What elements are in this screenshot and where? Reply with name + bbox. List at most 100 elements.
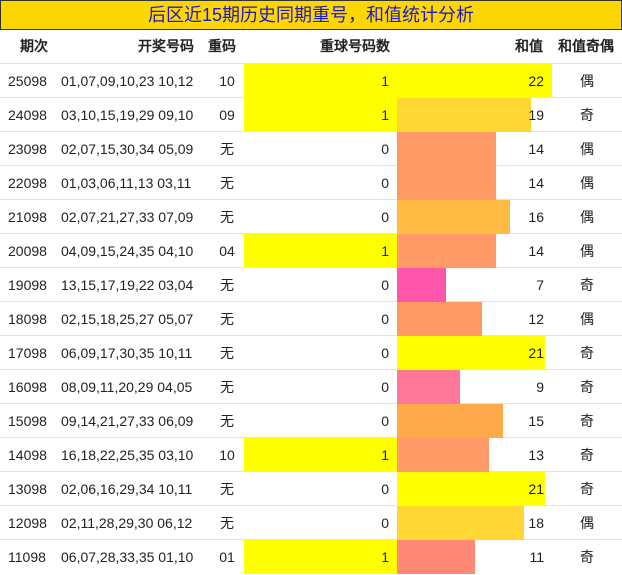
repeat-cell: 无	[220, 141, 234, 157]
parity-cell: 奇	[580, 481, 594, 497]
sum-cell: 12	[528, 311, 544, 327]
sum-cell: 19	[528, 107, 544, 123]
repeat-count-cell: 0	[381, 515, 389, 531]
parity-cell: 奇	[580, 447, 594, 463]
issue-cell: 18098	[8, 311, 47, 327]
repeat-cell: 09	[219, 107, 235, 123]
repeat-count-cell: 0	[381, 481, 389, 497]
repeat-cell: 无	[220, 277, 234, 293]
repeat-count-cell: 1	[381, 73, 389, 89]
sum-cell: 14	[528, 141, 544, 157]
numbers-cell: 02,07,21,27,33 07,09	[61, 209, 194, 225]
table-row: 17098 06,09,17,30,35 10,11 无 0 21 奇	[0, 335, 622, 370]
repeat-cell: 无	[220, 175, 234, 191]
parity-cell: 奇	[580, 413, 594, 429]
table-header: 期次 开奖号码 重码 重球号码数 和值 和值奇偶	[0, 30, 622, 63]
issue-cell: 20098	[8, 243, 47, 259]
issue-cell: 23098	[8, 141, 47, 157]
numbers-cell: 02,07,15,30,34 05,09	[61, 141, 194, 157]
table-row: 22098 01,03,06,11,13 03,11 无 0 14 偶	[0, 165, 622, 200]
table-row: 14098 16,18,22,25,35 03,10 10 1 13 奇	[0, 437, 622, 472]
sum-cell: 21	[528, 481, 544, 497]
repeat-count-cell: 1	[381, 107, 389, 123]
table-row: 24098 03,10,15,19,29 09,10 09 1 19 奇	[0, 97, 622, 132]
numbers-cell: 06,07,28,33,35 01,10	[61, 549, 194, 565]
parity-cell: 偶	[580, 311, 594, 327]
numbers-cell: 06,09,17,30,35 10,11	[61, 345, 193, 361]
repeat-cell: 无	[220, 311, 234, 327]
repeat-count-cell: 0	[381, 141, 389, 157]
parity-cell: 奇	[580, 277, 594, 293]
issue-cell: 12098	[8, 515, 47, 531]
numbers-cell: 08,09,11,20,29 04,05	[61, 379, 193, 395]
numbers-cell: 01,07,09,10,23 10,12	[61, 73, 194, 89]
repeat-count-cell: 1	[381, 243, 389, 259]
numbers-cell: 02,11,28,29,30 06,12	[61, 515, 193, 531]
numbers-cell: 03,10,15,19,29 09,10	[61, 107, 194, 123]
repeat-cell: 无	[220, 481, 234, 497]
table-row: 11098 06,07,28,33,35 01,10 01 1 11 奇	[0, 539, 622, 574]
table-row: 25098 01,07,09,10,23 10,12 10 1 22 偶	[0, 63, 622, 98]
issue-cell: 15098	[8, 413, 47, 429]
repeat-count-cell: 0	[381, 311, 389, 327]
parity-cell: 奇	[580, 107, 594, 123]
parity-cell: 偶	[580, 515, 594, 531]
repeat-count-cell: 1	[381, 549, 389, 565]
repeat-cell: 10	[219, 73, 235, 89]
repeat-cell: 10	[219, 447, 235, 463]
numbers-cell: 02,15,18,25,27 05,07	[61, 311, 194, 327]
issue-cell: 21098	[8, 209, 47, 225]
issue-cell: 24098	[8, 107, 47, 123]
repeat-cell: 无	[220, 413, 234, 429]
table-row: 12098 02,11,28,29,30 06,12 无 0 18 偶	[0, 505, 622, 540]
sum-cell: 9	[536, 379, 544, 395]
table-row: 18098 02,15,18,25,27 05,07 无 0 12 偶	[0, 301, 622, 336]
table-row: 20098 04,09,15,24,35 04,10 04 1 14 偶	[0, 233, 622, 268]
issue-cell: 13098	[8, 481, 47, 497]
issue-cell: 17098	[8, 345, 47, 361]
repeat-count-cell: 0	[381, 345, 389, 361]
header-parity: 和值奇偶	[558, 38, 614, 54]
sum-cell: 15	[528, 413, 544, 429]
header-repeat-count: 重球号码数	[320, 38, 390, 54]
header-repeat: 重码	[208, 38, 236, 54]
repeat-count-cell: 0	[381, 379, 389, 395]
sum-cell: 14	[528, 175, 544, 191]
repeat-count-cell: 0	[381, 277, 389, 293]
repeat-count-cell: 1	[381, 447, 389, 463]
repeat-count-cell: 0	[381, 413, 389, 429]
parity-cell: 偶	[580, 73, 594, 89]
table-row: 19098 13,15,17,19,22 03,04 无 0 7 奇	[0, 267, 622, 302]
parity-cell: 偶	[580, 243, 594, 259]
sum-cell: 13	[528, 447, 544, 463]
sum-cell: 18	[528, 515, 544, 531]
parity-cell: 偶	[580, 141, 594, 157]
parity-cell: 奇	[580, 549, 594, 565]
parity-cell: 偶	[580, 175, 594, 191]
table-row: 16098 08,09,11,20,29 04,05 无 0 9 奇	[0, 369, 622, 404]
numbers-cell: 04,09,15,24,35 04,10	[61, 243, 194, 259]
numbers-cell: 13,15,17,19,22 03,04	[61, 277, 194, 293]
sum-cell: 22	[528, 73, 544, 89]
repeat-cell: 无	[220, 515, 234, 531]
issue-cell: 11098	[8, 549, 46, 565]
issue-cell: 14098	[8, 447, 47, 463]
repeat-cell: 无	[220, 345, 234, 361]
header-sum: 和值	[515, 38, 543, 54]
numbers-cell: 16,18,22,25,35 03,10	[61, 447, 194, 463]
issue-cell: 16098	[8, 379, 47, 395]
repeat-count-cell: 0	[381, 209, 389, 225]
numbers-cell: 09,14,21,27,33 06,09	[61, 413, 194, 429]
table-row: 13098 02,06,16,29,34 10,11 无 0 21 奇	[0, 471, 622, 506]
repeat-cell: 04	[219, 243, 235, 259]
table-row: 21098 02,07,21,27,33 07,09 无 0 16 偶	[0, 199, 622, 234]
numbers-cell: 02,06,16,29,34 10,11	[61, 481, 193, 497]
sum-cell: 7	[536, 277, 544, 293]
stats-table: 后区近15期历史同期重号，和值统计分析 期次 开奖号码 重码 重球号码数 和值 …	[0, 0, 622, 575]
header-issue: 期次	[20, 38, 48, 54]
sum-cell: 11	[529, 549, 544, 565]
repeat-count-cell: 0	[381, 175, 389, 191]
repeat-cell: 无	[220, 379, 234, 395]
parity-cell: 偶	[580, 209, 594, 225]
table-row: 23098 02,07,15,30,34 05,09 无 0 14 偶	[0, 131, 622, 166]
